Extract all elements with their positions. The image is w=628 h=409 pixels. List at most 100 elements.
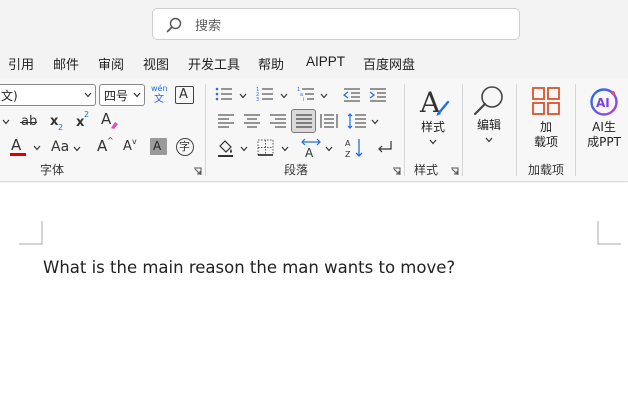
font-size-combo[interactable]: 四号 [99, 84, 145, 106]
align-right-button[interactable] [269, 113, 287, 129]
title-bar: 搜索 [0, 0, 628, 48]
document-page[interactable] [0, 183, 628, 409]
grow-font-button[interactable]: A ^ [96, 137, 114, 156]
group-divider [462, 84, 463, 176]
tab-review[interactable]: 审阅 [98, 54, 124, 73]
align-right-icon [270, 114, 286, 128]
addins-grid-icon [532, 87, 560, 115]
bullets-icon [215, 87, 232, 101]
borders-button[interactable] [257, 139, 291, 157]
tab-baidu-netdisk[interactable]: 百度网盘 [363, 54, 415, 73]
paragraph-dialog-launcher-icon[interactable] [392, 167, 401, 176]
chevron-down-icon [73, 146, 81, 152]
tab-references[interactable]: 引用 [8, 54, 34, 73]
shrink-font-icon: A [123, 139, 132, 154]
editing-button-label: 编辑 [476, 118, 501, 132]
character-shading-button[interactable]: A [150, 138, 167, 155]
font-color-bar [10, 153, 26, 156]
character-border-icon: A [179, 87, 188, 102]
font-size-value: 四号 [104, 89, 129, 103]
styles-group-label: 样式 [414, 163, 439, 177]
align-center-button[interactable] [243, 113, 261, 129]
show-formatting-button[interactable] [374, 139, 394, 157]
enclose-characters-button[interactable]: 字 [176, 138, 194, 156]
search-placeholder: 搜索 [195, 19, 222, 34]
chevron-down-icon [239, 93, 247, 99]
document-paragraph[interactable]: What is the main reason the man wants to… [43, 258, 455, 277]
aippt-label-line1: AI生 [592, 120, 616, 134]
margin-corner-right [597, 221, 621, 245]
tab-developer[interactable]: 开发工具 [188, 54, 240, 73]
font-name-value: 文) [1, 89, 18, 103]
grow-font-icon: A [97, 137, 108, 155]
multilevel-list-button[interactable]: 1 a i [297, 86, 331, 104]
subscript-two: 2 [58, 123, 64, 132]
svg-text:Z: Z [345, 150, 351, 159]
tab-aippt[interactable]: AIPPT [306, 54, 345, 69]
group-divider [516, 84, 517, 176]
numbering-icon: 1 2 3 [256, 87, 273, 103]
ai-generate-ppt-button[interactable]: AI AI生 成PPT [582, 84, 626, 152]
chevron-down-icon [240, 146, 248, 152]
superscript-button[interactable]: x 2 [74, 111, 92, 131]
chevron-down-icon [33, 145, 41, 151]
decrease-indent-button[interactable] [342, 87, 361, 103]
chevron-down-icon [133, 92, 141, 98]
subscript-button[interactable]: x 2 [48, 113, 66, 133]
chevron-down-icon [2, 119, 10, 125]
chevron-down-icon [325, 146, 333, 152]
distributed-icon [320, 114, 338, 128]
strikethrough-button[interactable]: ab [20, 113, 38, 131]
tab-view[interactable]: 视图 [143, 54, 169, 73]
align-center-icon [244, 114, 260, 128]
font-name-combo[interactable]: 文) [0, 84, 96, 106]
editing-button[interactable]: 编辑 [469, 84, 509, 150]
borders-icon [257, 139, 274, 156]
ribbon-tabs: 引用 邮件 审阅 视图 开发工具 帮助 AIPPT 百度网盘 [0, 48, 628, 78]
chevron-down-icon [485, 137, 493, 143]
phonetic-guide-button[interactable]: wén 文 [150, 85, 170, 107]
tab-mailings[interactable]: 邮件 [53, 54, 79, 73]
addins-label-line2: 载项 [533, 135, 558, 149]
sort-button[interactable]: A Z [345, 137, 365, 159]
addins-button[interactable]: 加 载项 [524, 84, 568, 152]
shrink-font-button[interactable]: A v [122, 138, 140, 156]
group-divider [205, 84, 206, 176]
styles-button-label: 样式 [420, 120, 445, 134]
magnifier-icon [473, 86, 503, 116]
text-effects-button[interactable]: A [100, 111, 120, 131]
eraser-icon [111, 122, 118, 129]
font-dialog-launcher-icon[interactable] [193, 167, 202, 176]
line-spacing-button[interactable] [347, 112, 381, 130]
paragraph-group-label: 段落 [284, 163, 309, 177]
tab-help[interactable]: 帮助 [258, 54, 284, 73]
change-case-button[interactable]: Aa [50, 139, 82, 157]
paint-bucket-icon [218, 140, 233, 157]
styles-button[interactable]: A 样式 [412, 84, 454, 150]
increase-indent-button[interactable] [369, 87, 387, 103]
increase-indent-icon [369, 88, 386, 102]
addins-label-line1: 加 [539, 120, 552, 134]
shading-button[interactable] [216, 138, 250, 158]
search-box[interactable]: 搜索 [152, 8, 520, 40]
numbering-button[interactable]: 1 2 3 [256, 86, 290, 104]
bullets-button[interactable] [215, 86, 249, 104]
styles-dialog-launcher-icon[interactable] [450, 167, 459, 176]
font-color-button[interactable]: A [9, 137, 29, 157]
svg-text:A: A [305, 146, 314, 158]
distributed-button[interactable] [320, 113, 338, 129]
chevron-down-icon [280, 93, 288, 99]
text-direction-button[interactable]: A [300, 138, 334, 160]
margin-corner-left [19, 221, 43, 245]
svg-text:AI: AI [596, 96, 610, 110]
group-divider [575, 84, 576, 176]
character-border-button[interactable]: A [175, 86, 194, 104]
ai-icon: AI [590, 88, 618, 116]
align-left-button[interactable] [217, 113, 235, 129]
multilevel-list-icon: 1 a i [297, 87, 314, 103]
paragraph-mark-icon [378, 141, 392, 153]
aippt-label-line2: 成PPT [587, 135, 621, 149]
chevron-down-icon [320, 93, 328, 99]
justify-button[interactable] [291, 109, 316, 133]
addins-group-label: 加载项 [528, 163, 565, 177]
